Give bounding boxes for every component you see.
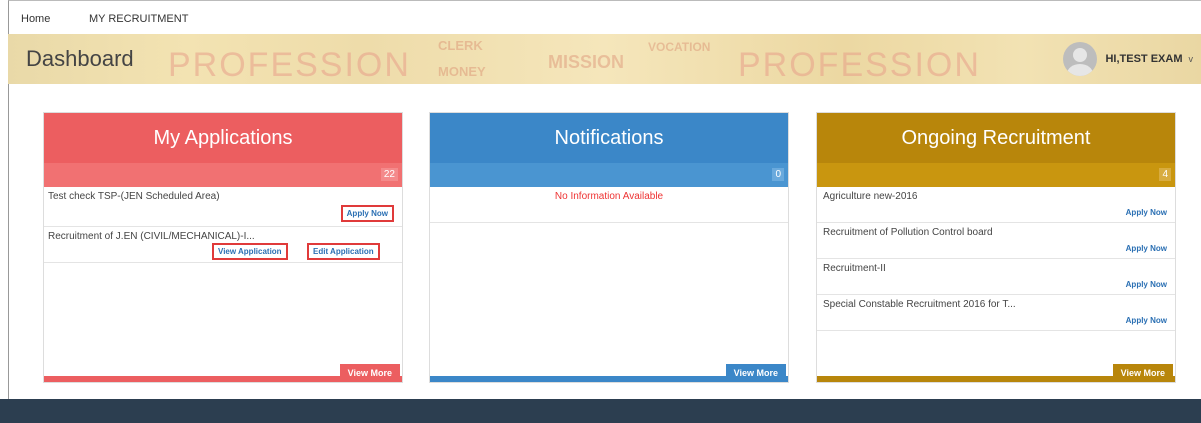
panel-body: Agriculture new-2016 Apply Now Recruitme… xyxy=(817,187,1175,378)
panel-title: Notifications xyxy=(430,113,788,163)
view-more-button[interactable]: View More xyxy=(725,364,786,382)
empty-message: No Information Available xyxy=(430,187,788,223)
nav-my-recruitment-link[interactable]: MY RECRUITMENT xyxy=(89,13,188,25)
banner-deco-word: PROFESSION xyxy=(168,46,411,84)
page-title: Dashboard xyxy=(26,46,134,71)
view-more-button[interactable]: View More xyxy=(1112,364,1173,382)
apply-now-button[interactable]: Apply Now xyxy=(340,205,394,222)
page-footer xyxy=(0,399,1201,423)
banner-deco-word: MISSION xyxy=(548,52,625,72)
chevron-down-icon[interactable]: v xyxy=(1189,54,1194,64)
list-item: Agriculture new-2016 Apply Now xyxy=(817,187,1175,223)
panel-body: No Information Available xyxy=(430,187,788,378)
list-item: Recruitment of Pollution Control board A… xyxy=(817,223,1175,259)
panel-title: Ongoing Recruitment xyxy=(817,113,1175,163)
banner-deco-word: PROFESSION xyxy=(738,46,981,84)
banner-deco-word: CLERK xyxy=(438,38,483,53)
recruitment-title: Special Constable Recruitment 2016 for T… xyxy=(823,299,1016,310)
count-badge: 22 xyxy=(380,168,398,181)
avatar xyxy=(1063,42,1098,76)
notifications-panel: Notifications 0 No Information Available… xyxy=(429,112,789,383)
panel-count-bar: 22 xyxy=(44,163,402,187)
dashboard-content: My Applications 22 Test check TSP-(JEN S… xyxy=(8,84,1201,399)
panel-count-bar: 4 xyxy=(817,163,1175,187)
list-item: Test check TSP-(JEN Scheduled Area) Appl… xyxy=(44,187,402,227)
banner-deco-word: MONEY xyxy=(438,64,486,79)
dashboard-banner: PROFESSION CLERK MONEY MISSION VOCATION … xyxy=(8,34,1201,84)
apply-now-link[interactable]: Apply Now xyxy=(1126,280,1167,289)
application-title: Recruitment of J.EN (CIVIL/MECHANICAL)-I… xyxy=(48,231,255,242)
ongoing-recruitment-panel: Ongoing Recruitment 4 Agriculture new-20… xyxy=(816,112,1176,383)
user-name: HI,TEST EXAM xyxy=(1105,53,1183,65)
view-application-button[interactable]: View Application xyxy=(212,243,288,260)
my-applications-panel: My Applications 22 Test check TSP-(JEN S… xyxy=(43,112,403,383)
top-navigation: Home MY RECRUITMENT xyxy=(8,0,1201,34)
recruitment-title: Recruitment of Pollution Control board xyxy=(823,227,993,238)
panel-body: Test check TSP-(JEN Scheduled Area) Appl… xyxy=(44,187,402,378)
panel-count-bar: 0 xyxy=(430,163,788,187)
apply-now-link[interactable]: Apply Now xyxy=(1126,208,1167,217)
list-item: Recruitment of J.EN (CIVIL/MECHANICAL)-I… xyxy=(44,227,402,263)
application-title: Test check TSP-(JEN Scheduled Area) xyxy=(48,191,220,202)
recruitment-title: Recruitment-II xyxy=(823,263,886,274)
user-menu[interactable]: HI,TEST EXAM v xyxy=(1063,40,1193,78)
nav-home-link[interactable]: Home xyxy=(21,13,50,25)
count-badge: 0 xyxy=(772,168,784,181)
banner-deco-word: VOCATION xyxy=(648,40,711,54)
edit-application-button[interactable]: Edit Application xyxy=(307,243,380,260)
apply-now-link[interactable]: Apply Now xyxy=(1126,316,1167,325)
list-item: Recruitment-II Apply Now xyxy=(817,259,1175,295)
view-more-button[interactable]: View More xyxy=(339,364,400,382)
recruitment-title: Agriculture new-2016 xyxy=(823,191,918,202)
count-badge: 4 xyxy=(1159,168,1171,181)
panel-title: My Applications xyxy=(44,113,402,163)
apply-now-link[interactable]: Apply Now xyxy=(1126,244,1167,253)
list-item: Special Constable Recruitment 2016 for T… xyxy=(817,295,1175,331)
